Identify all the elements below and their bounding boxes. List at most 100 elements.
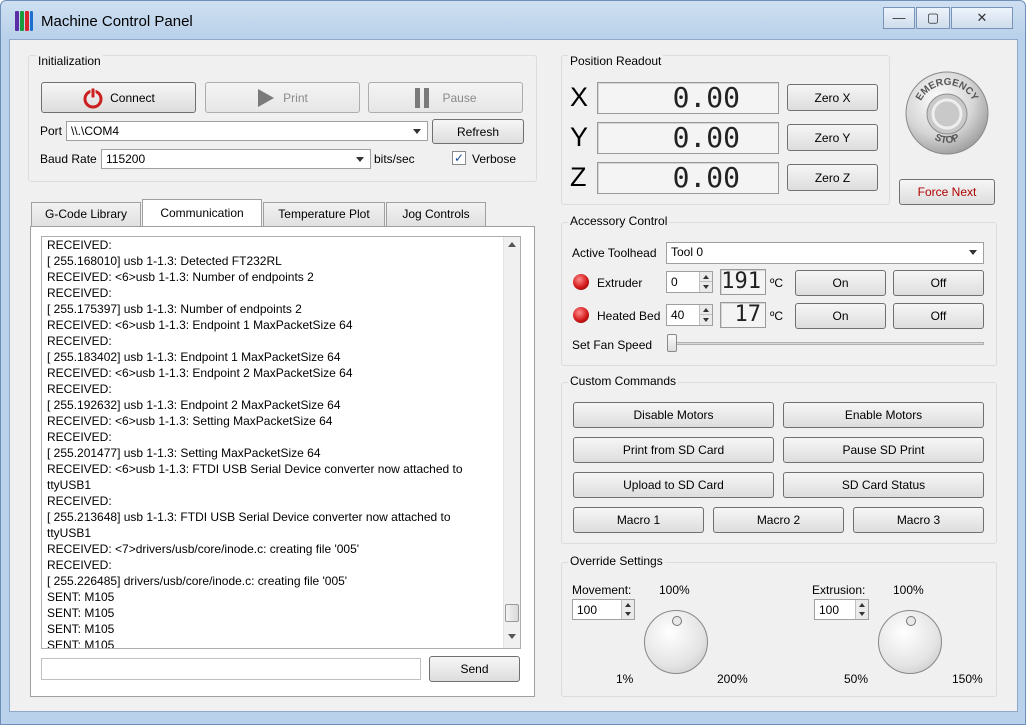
maximize-icon: ▢ xyxy=(926,10,940,25)
extrusion-label: Extrusion: xyxy=(812,583,866,597)
connect-button[interactable]: Connect xyxy=(41,82,196,113)
pause-sd-label: Pause SD Print xyxy=(842,443,925,457)
tab-temperature-plot[interactable]: Temperature Plot xyxy=(263,202,385,226)
log-line: RECEIVED: xyxy=(47,430,112,444)
movement-input[interactable]: 100 xyxy=(572,599,635,620)
log-scrollbar[interactable] xyxy=(503,237,520,648)
pause-icon xyxy=(415,87,430,108)
macro-3-button[interactable]: Macro 3 xyxy=(853,507,984,533)
spin-down-icon[interactable] xyxy=(621,609,634,619)
movement-top-label: 100% xyxy=(659,583,690,597)
port-value: \\.\COM4 xyxy=(71,124,120,138)
extruder-off-button[interactable]: Off xyxy=(893,270,984,296)
log-output[interactable]: RECEIVED: [ 255.168010] usb 1-1.3: Detect… xyxy=(41,236,521,649)
minimize-button[interactable]: — xyxy=(883,7,915,29)
tab-label: G-Code Library xyxy=(44,207,128,221)
macro-2-button[interactable]: Macro 2 xyxy=(713,507,844,533)
movement-knob[interactable] xyxy=(644,610,708,674)
movement-label: Movement: xyxy=(572,583,632,597)
extruder-on-button[interactable]: On xyxy=(795,270,886,296)
off-label: Off xyxy=(930,309,947,323)
extrusion-top-label: 100% xyxy=(893,583,924,597)
close-button[interactable]: ✕ xyxy=(951,7,1013,29)
enable-motors-button[interactable]: Enable Motors xyxy=(783,402,984,428)
fan-speed-slider[interactable] xyxy=(667,334,677,352)
toolhead-value: Tool 0 xyxy=(671,245,704,259)
port-select[interactable]: \\.\COM4 xyxy=(66,121,428,141)
position-readout-label: Position Readout xyxy=(568,54,664,68)
tab-jog-controls[interactable]: Jog Controls xyxy=(386,202,486,226)
force-next-label: Force Next xyxy=(917,185,977,199)
y-axis-label: Y xyxy=(570,122,589,152)
bed-setpoint-input[interactable]: 40 xyxy=(666,304,713,326)
app-icon xyxy=(15,11,33,31)
macro-1-button[interactable]: Macro 1 xyxy=(573,507,704,533)
tab-communication[interactable]: Communication xyxy=(142,199,262,227)
spin-up-icon[interactable] xyxy=(699,272,712,282)
maximize-button[interactable]: ▢ xyxy=(916,7,950,29)
force-next-button[interactable]: Force Next xyxy=(899,179,995,205)
scroll-up-icon[interactable] xyxy=(508,242,516,247)
bed-on-button[interactable]: On xyxy=(795,303,886,329)
emergency-stop-button[interactable]: EMERGENCY STOP xyxy=(904,70,990,156)
log-line: RECEIVED: xyxy=(47,286,112,300)
log-line: RECEIVED: <6>usb 1-1.3: FTDI USB Serial … xyxy=(47,462,463,476)
y-position-display: 0.00 xyxy=(597,122,779,154)
log-line: SENT: M105 xyxy=(47,606,115,620)
sd-status-button[interactable]: SD Card Status xyxy=(783,472,984,498)
title-bar: Machine Control Panel — ▢ ✕ xyxy=(1,1,1025,41)
refresh-button[interactable]: Refresh xyxy=(432,119,524,144)
z-position-display: 0.00 xyxy=(597,162,779,194)
zero-z-button[interactable]: Zero Z xyxy=(787,164,878,191)
spin-down-icon[interactable] xyxy=(699,282,712,292)
zero-x-button[interactable]: Zero X xyxy=(787,84,878,111)
log-line: ttyUSB1 xyxy=(47,526,92,540)
extrusion-knob[interactable] xyxy=(878,610,942,674)
extruder-setpoint-input[interactable]: 0 xyxy=(666,271,713,293)
pause-button[interactable]: Pause xyxy=(368,82,523,113)
send-button[interactable]: Send xyxy=(429,656,520,682)
scroll-down-icon[interactable] xyxy=(508,634,516,639)
spin-down-icon[interactable] xyxy=(855,609,868,619)
close-icon: ✕ xyxy=(976,10,988,25)
command-input[interactable] xyxy=(41,658,421,680)
disable-motors-button[interactable]: Disable Motors xyxy=(573,402,774,428)
scroll-thumb[interactable] xyxy=(505,604,519,622)
toolhead-select[interactable]: Tool 0 xyxy=(666,242,984,264)
check-icon: ✓ xyxy=(453,151,465,165)
app-window: Machine Control Panel — ▢ ✕ Initializati… xyxy=(0,0,1026,725)
tab-label: Communication xyxy=(160,206,244,220)
print-sd-button[interactable]: Print from SD Card xyxy=(573,437,774,463)
baud-rate-select[interactable]: 115200 xyxy=(101,149,371,169)
movement-min-label: 1% xyxy=(616,672,634,686)
chevron-down-icon xyxy=(356,157,364,162)
log-line: RECEIVED: xyxy=(47,494,112,508)
print-button[interactable]: Print xyxy=(205,82,360,113)
upload-sd-button[interactable]: Upload to SD Card xyxy=(573,472,774,498)
baud-rate-value: 115200 xyxy=(106,152,146,166)
bed-off-button[interactable]: Off xyxy=(893,303,984,329)
minimize-icon: — xyxy=(892,10,906,25)
port-label: Port xyxy=(40,124,63,138)
print-label: Print xyxy=(283,90,308,105)
log-line: [ 255.175397] usb 1-1.3: Number of endpo… xyxy=(47,302,302,316)
pause-sd-button[interactable]: Pause SD Print xyxy=(783,437,984,463)
extrusion-input[interactable]: 100 xyxy=(814,599,869,620)
log-line: RECEIVED: <6>usb 1-1.3: Endpoint 2 MaxPa… xyxy=(47,366,353,380)
fan-speed-track[interactable] xyxy=(671,342,984,345)
log-line: RECEIVED: xyxy=(47,382,112,396)
spin-up-icon[interactable] xyxy=(699,305,712,315)
log-line: RECEIVED: xyxy=(47,238,112,252)
spin-down-icon[interactable] xyxy=(699,315,712,325)
chevron-down-icon xyxy=(413,129,421,134)
initialization-label: Initialization xyxy=(36,54,103,68)
tab-gcode-library[interactable]: G-Code Library xyxy=(31,202,141,226)
zero-y-button[interactable]: Zero Y xyxy=(787,124,878,151)
override-settings-label: Override Settings xyxy=(568,554,665,568)
macro-3-label: Macro 3 xyxy=(896,513,941,527)
verbose-checkbox[interactable]: ✓ xyxy=(452,151,466,165)
log-line: RECEIVED: <6>usb 1-1.3: Setting MaxPacke… xyxy=(47,414,333,428)
log-line: RECEIVED: <6>usb 1-1.3: Number of endpoi… xyxy=(47,270,314,284)
client-area: Initialization Connect Print Pause Port … xyxy=(9,39,1018,712)
disable-motors-label: Disable Motors xyxy=(633,408,714,422)
